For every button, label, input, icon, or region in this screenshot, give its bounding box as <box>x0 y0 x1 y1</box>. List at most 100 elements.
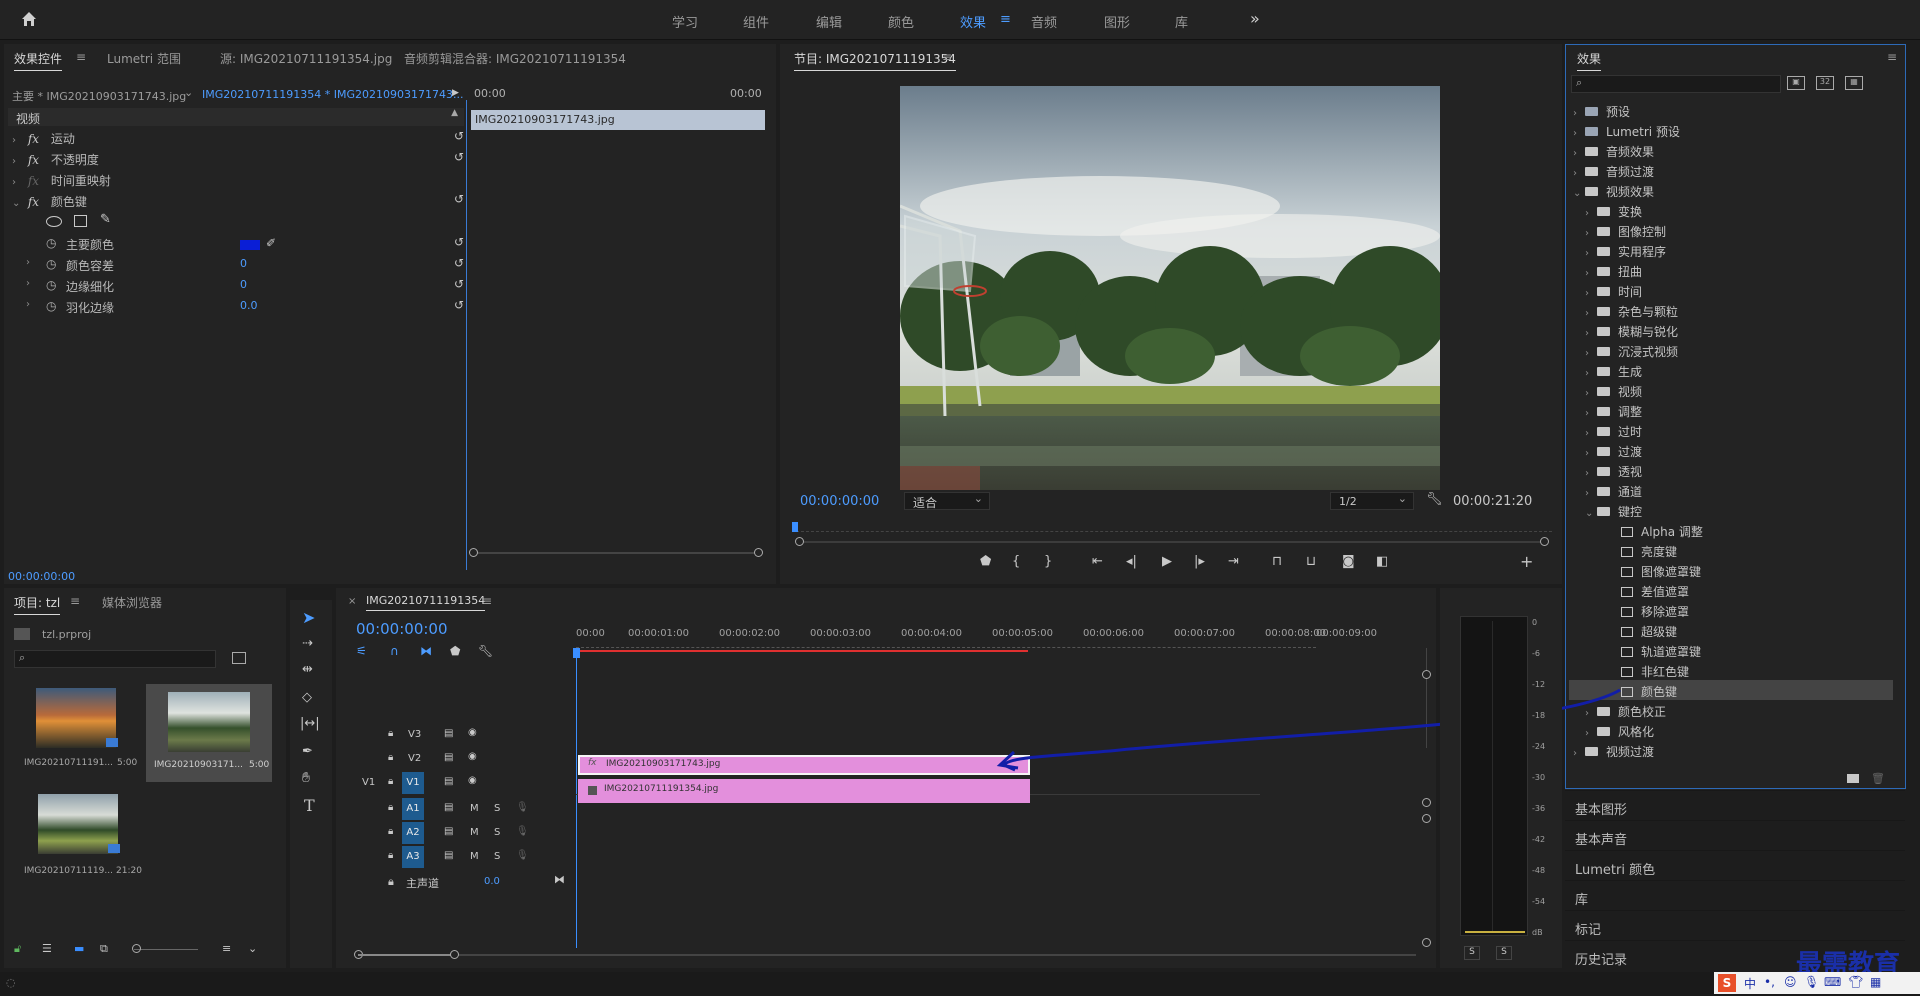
nest-icon[interactable]: ⚟ <box>356 644 367 658</box>
panel-menu-icon[interactable]: ≡ <box>70 594 80 608</box>
scroll-handle-left[interactable] <box>795 537 804 546</box>
chevron-right-icon[interactable]: › <box>1573 748 1585 759</box>
lock-icon[interactable]: 🔓︎ <box>14 942 21 956</box>
timeline-timecode[interactable]: 00:00:00:00 <box>356 620 448 638</box>
home-icon[interactable] <box>20 10 38 28</box>
lock-icon[interactable]: 🔒︎ <box>388 802 393 813</box>
effect-row-opacity[interactable]: › fx 不透明度 ↺ <box>12 150 464 171</box>
mic-icon[interactable]: 🎙︎ <box>1804 975 1819 989</box>
mic-icon[interactable]: 🎙︎ <box>516 850 529 861</box>
mic-icon[interactable]: 🎙︎ <box>516 802 529 813</box>
chevron-right-icon[interactable]: › <box>1585 348 1597 359</box>
new-search-bin-icon[interactable] <box>232 652 246 664</box>
workspace-tab-learn[interactable]: 学习 <box>672 12 698 31</box>
extract-icon[interactable]: ⊔ <box>1306 554 1316 569</box>
panel-menu-icon[interactable]: ≡ <box>1887 50 1897 64</box>
scroll-handle-left[interactable] <box>469 548 478 557</box>
program-video-frame[interactable] <box>900 86 1440 490</box>
section-essential-graphics[interactable]: 基本图形 <box>1565 790 1905 820</box>
zoom-slider[interactable] <box>134 949 198 950</box>
reset-icon[interactable]: ↺ <box>454 256 464 270</box>
section-essential-sound[interactable]: 基本声音 <box>1565 820 1905 850</box>
chevron-right-icon[interactable]: › <box>1585 328 1597 339</box>
comparison-view-icon[interactable]: ◧ <box>1376 554 1388 569</box>
chevron-right-icon[interactable]: › <box>12 156 24 167</box>
section-libraries[interactable]: 库 <box>1565 880 1905 910</box>
tab-lumetri-scopes[interactable]: Lumetri 范围 <box>107 50 181 67</box>
eyedropper-icon[interactable]: ✐ <box>266 236 276 250</box>
pen-tool-icon[interactable]: ✒ <box>302 744 313 759</box>
chevron-right-icon[interactable]: › <box>1573 108 1585 119</box>
chevron-right-icon[interactable]: › <box>1585 428 1597 439</box>
scroll-handle-top[interactable] <box>1422 670 1431 679</box>
play-triangle-icon[interactable]: ▶ <box>452 88 459 98</box>
timeline-title[interactable]: IMG20210711191354 <box>366 594 486 611</box>
workspace-tab-color[interactable]: 颜色 <box>888 12 914 31</box>
timeline-ruler[interactable]: 00:00 00:00:01:00 00:00:02:00 00:00:03:0… <box>576 628 1377 658</box>
param-row-color-tolerance[interactable]: › ◷ 颜色容差 0 ↺ <box>12 256 464 277</box>
status-icon[interactable]: ◌ <box>6 976 16 989</box>
effects-tree-item[interactable]: 图像遮罩键 <box>1565 560 1895 580</box>
master-clip-label[interactable]: 主要 * IMG20210903171743.jpg <box>12 88 186 104</box>
mini-clip-bar[interactable]: IMG20210903171743.jpg <box>471 110 765 130</box>
razor-tool-icon[interactable]: ◇ <box>302 690 312 705</box>
grid-icon[interactable]: ▦ <box>1870 975 1881 989</box>
chevron-right-icon[interactable]: › <box>1585 708 1597 719</box>
mark-in-icon[interactable]: { <box>1012 554 1020 569</box>
chevron-right-icon[interactable]: › <box>1573 128 1585 139</box>
chevron-right-icon[interactable]: › <box>1585 468 1597 479</box>
effects-tree-item[interactable]: 颜色键 <box>1569 680 1893 700</box>
chevron-right-icon[interactable]: › <box>12 177 24 188</box>
eye-icon[interactable]: ◉ <box>468 751 477 762</box>
hand-tool-icon[interactable]: ✋︎ <box>302 770 310 786</box>
effects-tree-item[interactable]: › 视频过渡 <box>1565 740 1895 760</box>
key-color-swatch[interactable] <box>240 240 260 250</box>
toggle-sync-icon[interactable]: ▤ <box>444 850 453 861</box>
source-patch-label[interactable]: V1 <box>362 777 375 788</box>
panel-menu-icon[interactable]: ≡ <box>76 50 86 64</box>
lock-icon[interactable]: 🔒︎ <box>388 875 394 889</box>
param-row-edge-feather[interactable]: › ◷ 羽化边缘 0.0 ↺ <box>12 298 464 319</box>
go-to-end-icon[interactable]: ⧓ <box>554 873 565 886</box>
reset-icon[interactable]: ↺ <box>454 277 464 291</box>
toggle-sync-icon[interactable]: ▤ <box>444 776 453 787</box>
scroll-up-icon[interactable]: ▲ <box>451 108 458 118</box>
workspace-more-icon[interactable]: » <box>1250 9 1260 28</box>
sogou-logo-icon[interactable]: S <box>1718 974 1736 992</box>
chevron-right-icon[interactable]: › <box>1585 288 1597 299</box>
chevron-down-icon[interactable]: ⌄ <box>1573 188 1585 199</box>
add-button-icon[interactable]: + <box>1520 552 1533 571</box>
lock-icon[interactable]: 🔒︎ <box>388 826 393 837</box>
step-forward-icon[interactable]: |▸ <box>1194 554 1205 569</box>
toggle-sync-icon[interactable]: ▤ <box>444 826 453 837</box>
fx-badge[interactable]: fx <box>28 153 39 167</box>
workspace-tab-editing[interactable]: 编辑 <box>816 12 842 31</box>
fit-select[interactable]: 适合 ⌄ <box>904 492 990 510</box>
export-frame-icon[interactable]: ◙ <box>1342 554 1355 569</box>
freeform-view-icon[interactable]: ⧉ <box>100 942 108 956</box>
param-value[interactable]: 0 <box>240 278 247 291</box>
panel-menu-icon[interactable]: ≡ <box>942 50 952 64</box>
ime-mode[interactable]: 中 <box>1744 975 1756 992</box>
chevron-right-icon[interactable]: › <box>1585 268 1597 279</box>
workspace-tab-effects[interactable]: 效果 <box>960 12 986 31</box>
video-scroll-track[interactable] <box>1426 648 1427 748</box>
fx-badge[interactable]: fx <box>28 174 39 188</box>
sequence-clip-label[interactable]: IMG20210711191354 * IMG20210903171743... <box>202 88 463 101</box>
effect-row-time-remap[interactable]: › fx 时间重映射 <box>12 172 464 192</box>
ripple-edit-tool-icon[interactable]: ⇹ <box>302 662 313 677</box>
effects-tree-item[interactable]: › 调整 <box>1565 400 1895 420</box>
effects-tree-item[interactable]: › 颜色校正 <box>1565 700 1895 720</box>
type-tool-icon[interactable]: T <box>304 796 315 815</box>
list-view-icon[interactable]: ☰ <box>42 942 52 955</box>
rectangle-mask-icon[interactable] <box>74 215 87 227</box>
solo-button[interactable]: S <box>494 803 500 814</box>
mark-out-icon[interactable]: } <box>1044 554 1052 569</box>
section-markers[interactable]: 标记 <box>1565 910 1905 940</box>
effects-tree-item[interactable]: › 生成 <box>1565 360 1895 380</box>
tab-effect-controls[interactable]: 效果控件 <box>14 50 63 71</box>
icon-view-icon[interactable]: ▬ <box>74 942 84 955</box>
tab-project[interactable]: 项目: tzl <box>14 594 61 615</box>
workspace-tab-assembly[interactable]: 组件 <box>743 12 769 31</box>
solo-button[interactable]: S <box>494 851 500 862</box>
